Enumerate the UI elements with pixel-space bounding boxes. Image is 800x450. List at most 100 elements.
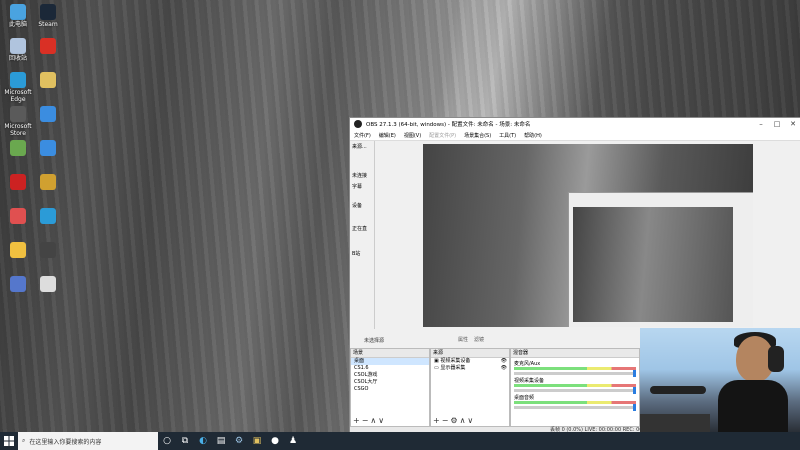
menu-edit[interactable]: 编辑(E) [379, 132, 396, 139]
menu-scene-collection[interactable]: 场景集合(S) [464, 132, 491, 139]
desktop-icon[interactable] [2, 276, 34, 293]
desktop-icon-label: 回收站 [8, 55, 27, 62]
webcam-overlay [640, 328, 800, 432]
keyboard [640, 414, 710, 432]
mixer-header: 混音器 [511, 349, 639, 358]
desktop-icons: 此电脑 Steam 回收站 Microsoft Edge Microsoft Store [0, 0, 70, 432]
visibility-eye-icon[interactable]: 👁 [501, 358, 507, 365]
volume-slider[interactable] [514, 404, 636, 411]
steam-icon[interactable]: ⚙ [230, 432, 248, 450]
desktop-icon-label: Microsoft Store [4, 123, 32, 137]
scene-item[interactable]: CS1.6 [351, 365, 429, 372]
volume-slider[interactable] [514, 387, 636, 394]
side-label: B站 [352, 251, 361, 257]
scenes-dock: 场景 桌面 CS1.6 CSOL游戏 CSOL大厅 CSGO +−∧∨ [350, 348, 430, 427]
volume-slider[interactable] [514, 370, 636, 377]
app-icon [10, 72, 26, 88]
app-icon [10, 106, 26, 122]
desktop-icon[interactable]: Steam [32, 4, 64, 28]
nested-preview [568, 192, 753, 327]
desktop-icon[interactable]: Microsoft Store [2, 106, 34, 137]
menu-view[interactable]: 视图(V) [404, 132, 421, 139]
properties-button[interactable]: 属性 [458, 336, 468, 343]
app-icon[interactable]: ▣ [248, 432, 266, 450]
scene-item[interactable]: CSOL大厅 [351, 379, 429, 386]
app-icon [40, 38, 56, 54]
desktop-icon[interactable] [32, 38, 64, 55]
desktop-icon[interactable] [32, 276, 64, 293]
app-icon [40, 174, 56, 190]
edge-icon[interactable]: ◐ [194, 432, 212, 450]
headset [768, 346, 784, 372]
app-icon [40, 106, 56, 122]
store-icon[interactable]: ▤ [212, 432, 230, 450]
title-bar[interactable]: OBS 27.1.3 (64-bit, windows) - 配置文件: 未命名… [350, 118, 800, 130]
source-label: 视频采集设备 [440, 358, 471, 364]
slider-handle[interactable] [633, 387, 636, 394]
side-panel: 来源... 未连接 字幕 设备 正在直 B站 [350, 141, 375, 329]
desktop-icon[interactable] [32, 174, 64, 191]
mixer-track: 视频采集设备 [514, 377, 636, 394]
filters-button[interactable]: 滤镜 [474, 336, 484, 343]
desktop-icon[interactable] [32, 242, 64, 259]
obs-logo-icon [354, 120, 362, 128]
mixer-track: 桌面音频 [514, 394, 636, 411]
sources-header: 来源 [431, 349, 509, 358]
desktop-icon[interactable] [2, 242, 34, 259]
start-button[interactable] [0, 432, 18, 450]
app-icon [10, 174, 26, 190]
visibility-eye-icon[interactable]: 👁 [501, 365, 507, 372]
source-label: 显示器采集 [440, 365, 466, 371]
desktop-icon[interactable] [32, 72, 64, 89]
desktop-icon[interactable] [2, 174, 34, 191]
windows-logo-icon [4, 436, 14, 446]
menu-profile[interactable]: 配置文件(P) [429, 132, 456, 139]
source-toolbar[interactable]: +−⚙∧∨ [433, 416, 475, 425]
source-item[interactable]: ▣ 视频采集设备 👁 [431, 358, 509, 365]
scene-item[interactable]: CSOL游戏 [351, 372, 429, 379]
source-item[interactable]: ▭ 显示器采集 👁 [431, 365, 509, 372]
preview-canvas[interactable] [423, 144, 753, 327]
level-meter [514, 384, 636, 387]
menu-tools[interactable]: 工具(T) [499, 132, 516, 139]
no-source-selected-label: 未选择源 [364, 338, 385, 344]
microphone [650, 386, 706, 394]
app-icon [40, 208, 56, 224]
desktop-icon[interactable] [32, 140, 64, 157]
nested-capture [573, 207, 733, 322]
menu-file[interactable]: 文件(F) [354, 132, 371, 139]
desktop-icon[interactable]: 此电脑 [2, 4, 34, 28]
slider-handle[interactable] [633, 370, 636, 377]
search-icon: ⌕ [22, 437, 26, 444]
slider-handle[interactable] [633, 404, 636, 411]
desktop-icon[interactable]: 回收站 [2, 38, 34, 62]
app-icon[interactable]: ♟ [284, 432, 302, 450]
desktop-icon[interactable] [2, 208, 34, 225]
scene-item[interactable]: CSGO [351, 386, 429, 393]
app-icon [10, 4, 26, 20]
desktop-icon[interactable] [32, 208, 64, 225]
task-view-icon[interactable]: ⧉ [176, 432, 194, 450]
desktop-icon[interactable] [32, 106, 64, 123]
obs-icon[interactable]: ● [266, 432, 284, 450]
app-icon [10, 276, 26, 292]
maximize-button[interactable]: □ [769, 120, 785, 128]
menu-help[interactable]: 帮助(H) [524, 132, 542, 139]
close-button[interactable]: ✕ [785, 120, 800, 128]
desktop-icon[interactable]: Microsoft Edge [2, 72, 34, 103]
level-meter [514, 367, 636, 370]
scene-toolbar[interactable]: +−∧∨ [353, 416, 386, 425]
desktop-icon-label: Microsoft Edge [4, 89, 32, 103]
app-icon [40, 276, 56, 292]
cortana-icon[interactable]: ○ [158, 432, 176, 450]
minimize-button[interactable]: – [753, 120, 769, 128]
menu-bar: 文件(F) 编辑(E) 视图(V) 配置文件(P) 场景集合(S) 工具(T) … [350, 130, 800, 141]
taskbar: ⌕ 在这里输入你要搜索的内容 ○ ⧉ ◐ ▤ ⚙ ▣ ● ♟ [0, 432, 800, 450]
taskbar-search-input[interactable]: ⌕ 在这里输入你要搜索的内容 [18, 432, 158, 450]
app-icon [40, 140, 56, 156]
side-label: 字幕 [352, 184, 363, 190]
desktop-icon[interactable] [2, 140, 34, 157]
app-icon [40, 242, 56, 258]
level-meter [514, 401, 636, 404]
scene-item[interactable]: 桌面 [351, 358, 429, 365]
